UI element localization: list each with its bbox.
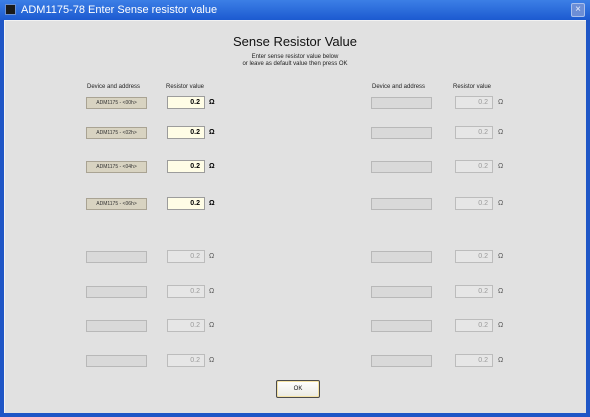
- left-device-address-field: [86, 320, 147, 332]
- ohm-unit-label: Ω: [209, 253, 215, 260]
- ohm-unit-label: Ω: [209, 129, 215, 136]
- left-device-address-field: [86, 355, 147, 367]
- ohm-unit-label: Ω: [209, 288, 215, 295]
- dialog-window: ADM1175-78 Enter Sense resistor value × …: [0, 0, 590, 417]
- left-device-address-field: ADM1175 - <06h>: [86, 198, 147, 210]
- left-resistor-value-input: 0.2: [167, 285, 205, 298]
- window-title: ADM1175-78 Enter Sense resistor value: [21, 4, 218, 16]
- left-device-column-header: Device and address: [87, 84, 141, 90]
- ohm-unit-label: Ω: [209, 200, 215, 207]
- left-resistor-column-header: Resistor value: [166, 84, 205, 90]
- left-resistor-value-input[interactable]: 0.2: [167, 160, 205, 173]
- right-resistor-value-input: 0.2: [455, 160, 493, 173]
- left-device-address-field: ADM1175 - <00h>: [86, 97, 147, 109]
- left-device-address-field: ADM1175 - <02h>: [86, 127, 147, 139]
- dialog-body: Sense Resistor Value Enter sense resisto…: [4, 20, 586, 413]
- left-resistor-value-input[interactable]: 0.2: [167, 197, 205, 210]
- right-device-address-field: [371, 320, 432, 332]
- left-device-address-field: [86, 286, 147, 298]
- ohm-unit-label: Ω: [209, 163, 215, 170]
- ohm-unit-label: Ω: [498, 163, 504, 170]
- right-resistor-column-header: Resistor value: [453, 84, 492, 90]
- ok-button[interactable]: OK: [276, 380, 320, 398]
- right-device-address-field: [371, 286, 432, 298]
- left-resistor-value-input[interactable]: 0.2: [167, 96, 205, 109]
- left-device-address-field: ADM1175 - <04h>: [86, 161, 147, 173]
- right-device-address-field: [371, 97, 432, 109]
- right-resistor-value-input: 0.2: [455, 354, 493, 367]
- instruction-line-1: Enter sense resistor value below: [251, 54, 339, 60]
- right-device-address-field: [371, 161, 432, 173]
- left-device-address-field: [86, 251, 147, 263]
- left-resistor-value-input: 0.2: [167, 250, 205, 263]
- left-resistor-value-input: 0.2: [167, 354, 205, 367]
- ohm-unit-label: Ω: [498, 200, 504, 207]
- right-device-column-header: Device and address: [372, 84, 426, 90]
- right-device-address-field: [371, 198, 432, 210]
- right-resistor-value-input: 0.2: [455, 126, 493, 139]
- ohm-unit-label: Ω: [498, 322, 504, 329]
- right-resistor-value-input: 0.2: [455, 197, 493, 210]
- title-bar[interactable]: ADM1175-78 Enter Sense resistor value ×: [0, 0, 590, 20]
- ohm-unit-label: Ω: [209, 357, 215, 364]
- dialog-heading: Sense Resistor Value: [232, 34, 358, 49]
- instruction-line-2: or leave as default value then press OK: [242, 61, 348, 67]
- ohm-unit-label: Ω: [498, 288, 504, 295]
- right-device-address-field: [371, 251, 432, 263]
- ohm-unit-label: Ω: [498, 357, 504, 364]
- right-resistor-value-input: 0.2: [455, 96, 493, 109]
- ohm-unit-label: Ω: [498, 253, 504, 260]
- ohm-unit-label: Ω: [209, 322, 215, 329]
- right-resistor-value-input: 0.2: [455, 250, 493, 263]
- right-resistor-value-input: 0.2: [455, 319, 493, 332]
- ohm-unit-label: Ω: [498, 99, 504, 106]
- right-device-address-field: [371, 355, 432, 367]
- left-resistor-value-input[interactable]: 0.2: [167, 126, 205, 139]
- ohm-unit-label: Ω: [498, 129, 504, 136]
- ohm-unit-label: Ω: [209, 99, 215, 106]
- left-resistor-value-input: 0.2: [167, 319, 205, 332]
- right-resistor-value-input: 0.2: [455, 285, 493, 298]
- right-device-address-field: [371, 127, 432, 139]
- close-button[interactable]: ×: [571, 3, 585, 17]
- app-icon: [5, 4, 16, 15]
